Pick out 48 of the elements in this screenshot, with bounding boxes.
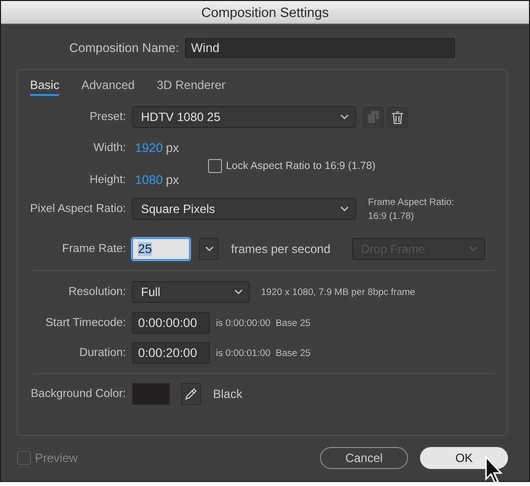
caret-icon (340, 114, 349, 120)
dimension-value[interactable]: 1920 (135, 141, 163, 155)
field-label: Background Color: (30, 388, 126, 400)
pixel-aspect-dropdown[interactable]: Square Pixels (132, 198, 356, 220)
resolution-dropdown[interactable]: Full (132, 281, 250, 303)
timecode-field[interactable]: 0:00:00:00 (132, 312, 210, 334)
cancel-button[interactable]: Cancel (320, 447, 408, 469)
field-label: Width: (92, 142, 126, 154)
unit-label: px (166, 141, 180, 155)
aspect-note: 16:9 (1.78) (368, 210, 415, 222)
tab[interactable]: 3D Renderer (156, 78, 226, 96)
timecode-info: is 0:00:01:00 Base 25 (216, 348, 311, 358)
field-label: Height: (88, 174, 126, 186)
checkbox-label: Preview (35, 451, 78, 465)
checkbox-label: Lock Aspect Ratio to 16:9 (1.78) (226, 160, 376, 172)
aspect-note: Frame Aspect Ratio: (368, 196, 454, 208)
caret-icon (234, 289, 243, 295)
eyedropper-button[interactable] (181, 383, 201, 405)
caret-icon (469, 246, 478, 252)
tab[interactable]: Basic (30, 78, 60, 96)
caret-icon (340, 206, 349, 212)
page-icon (368, 111, 379, 123)
color-swatch[interactable] (132, 383, 170, 405)
field-label: Composition Name: (68, 41, 179, 55)
frame-rate-field[interactable]: 25 (132, 238, 190, 260)
trash-icon (392, 110, 403, 124)
lock-checkbox[interactable] (208, 159, 222, 173)
window-title: Composition Settings (201, 4, 329, 20)
name-field[interactable]: Wind (185, 38, 455, 58)
field-label: Preset: (88, 111, 126, 123)
dimension-value[interactable]: 1080 (135, 173, 163, 187)
field-label: Start Timecode: (44, 317, 126, 329)
unit-label: frames per second (231, 242, 332, 256)
ok-button[interactable]: OK (420, 447, 508, 469)
field-label: Duration: (78, 347, 126, 359)
field-label: Resolution: (67, 286, 126, 298)
delete-button[interactable] (387, 106, 408, 128)
field-label: Frame Rate: (61, 243, 126, 255)
timecode-field[interactable]: 0:00:20:00 (132, 342, 210, 364)
preset-dropdown[interactable]: HDTV 1080 25 (132, 106, 356, 128)
field-label: Pixel Aspect Ratio: (29, 203, 126, 215)
color-name: Black (213, 387, 242, 401)
resolution-info: 1920 x 1080, 7.9 MB per 8bpc frame (261, 286, 416, 298)
frame-rate-dropdown[interactable] (199, 238, 219, 260)
unit-label: px (166, 173, 180, 187)
timecode-info: is 0:00:00:00 Base 25 (216, 318, 311, 328)
tab[interactable]: Advanced (81, 78, 135, 96)
caret-icon (204, 246, 214, 252)
